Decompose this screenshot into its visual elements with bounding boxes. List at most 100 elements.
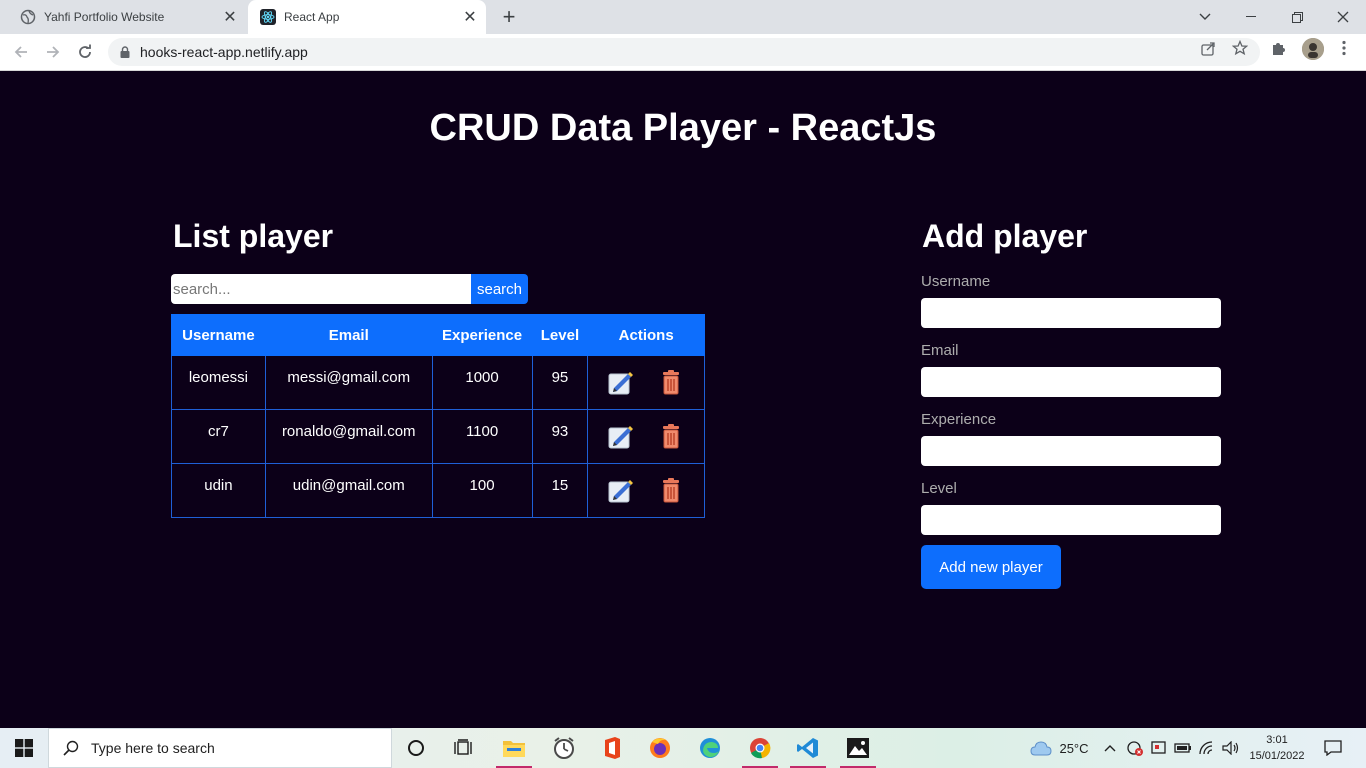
table-row: cr7 ronaldo@gmail.com 1100 93: [171, 409, 705, 464]
weather-cloud-icon[interactable]: [1028, 728, 1054, 768]
minimize-button[interactable]: [1228, 0, 1274, 34]
chevron-up-icon[interactable]: [1100, 728, 1120, 768]
close-tab-icon[interactable]: ✕: [460, 7, 480, 27]
forward-button[interactable]: [40, 39, 66, 65]
task-view-icon[interactable]: [440, 728, 488, 768]
back-button[interactable]: [8, 39, 34, 65]
email-field[interactable]: [921, 367, 1221, 397]
react-icon: [260, 9, 276, 25]
close-window-button[interactable]: [1320, 0, 1366, 34]
table-header-row: Username Email Experience Level Actions: [171, 314, 705, 356]
clock-time: 3:01: [1266, 734, 1288, 746]
col-header-username: Username: [171, 314, 266, 356]
username-field[interactable]: [921, 298, 1221, 328]
email-label: Email: [921, 342, 959, 359]
tab-title: Yahfi Portfolio Website: [44, 10, 165, 24]
tab-portfolio[interactable]: Yahfi Portfolio Website ✕: [8, 0, 246, 34]
cell-email: messi@gmail.com: [264, 355, 433, 410]
wifi-icon[interactable]: [1196, 728, 1218, 768]
tab-strip: Yahfi Portfolio Website ✕ React App ✕ +: [0, 0, 1366, 34]
delete-trash-icon[interactable]: [658, 423, 684, 449]
level-label: Level: [921, 480, 957, 497]
cortana-icon[interactable]: [392, 728, 440, 768]
lock-icon[interactable]: [120, 46, 130, 58]
table-row: udin udin@gmail.com 100 15: [171, 463, 705, 518]
add-new-player-button[interactable]: Add new player: [921, 545, 1061, 589]
username-label: Username: [921, 273, 991, 290]
windows-taskbar: Type here to search 25°C 3:01 15/01/2022: [0, 728, 1366, 768]
notifications-icon[interactable]: [1320, 728, 1346, 768]
profile-avatar[interactable]: [1302, 38, 1324, 60]
cell-actions: [587, 409, 705, 464]
cell-experience: 100: [431, 463, 533, 518]
add-player-heading: Add player: [922, 218, 1088, 254]
page-content: CRUD Data Player - ReactJs List player s…: [0, 71, 1366, 728]
experience-label: Experience: [921, 411, 997, 428]
chrome-icon[interactable]: [736, 728, 784, 768]
search-icon: [63, 740, 79, 756]
reload-button[interactable]: [72, 39, 98, 65]
address-bar[interactable]: hooks-react-app.netlify.app: [108, 38, 1260, 66]
experience-field[interactable]: [921, 436, 1221, 466]
players-table: Username Email Experience Level Actions …: [171, 314, 705, 518]
display-settings-icon[interactable]: [1148, 728, 1170, 768]
edge-icon[interactable]: [686, 728, 734, 768]
taskbar-search-placeholder: Type here to search: [91, 740, 215, 756]
col-header-level: Level: [531, 314, 589, 356]
share-icon[interactable]: [1200, 40, 1216, 56]
menu-kebab-icon[interactable]: [1336, 40, 1352, 56]
clock-date: 15/01/2022: [1249, 750, 1305, 762]
extensions-puzzle-icon[interactable]: [1271, 40, 1287, 56]
antivirus-icon[interactable]: [1124, 728, 1146, 768]
list-player-heading: List player: [173, 218, 334, 254]
tab-title: React App: [284, 10, 340, 24]
cell-email: ronaldo@gmail.com: [264, 409, 433, 464]
edit-icon[interactable]: [608, 423, 634, 449]
vscode-icon[interactable]: [784, 728, 832, 768]
col-header-email: Email: [264, 314, 433, 356]
photos-icon[interactable]: [834, 728, 882, 768]
cell-username: cr7: [171, 409, 266, 464]
delete-trash-icon[interactable]: [658, 369, 684, 395]
firefox-icon[interactable]: [636, 728, 684, 768]
windows-start-icon[interactable]: [0, 728, 48, 768]
taskbar-search-box[interactable]: Type here to search: [48, 728, 392, 768]
volume-icon[interactable]: [1220, 728, 1242, 768]
temperature-text[interactable]: 25°C: [1054, 728, 1094, 768]
clock-app-icon[interactable]: [540, 728, 588, 768]
cell-actions: [587, 355, 705, 410]
cell-experience: 1100: [431, 409, 533, 464]
cell-experience: 1000: [431, 355, 533, 410]
tab-react-app[interactable]: React App ✕: [248, 0, 486, 34]
edit-icon[interactable]: [608, 369, 634, 395]
level-field[interactable]: [921, 505, 1221, 535]
system-clock[interactable]: 3:01 15/01/2022: [1246, 732, 1308, 764]
col-header-experience: Experience: [431, 314, 533, 356]
cell-level: 93: [531, 409, 589, 464]
url-text: hooks-react-app.netlify.app: [140, 44, 308, 60]
cell-actions: [587, 463, 705, 518]
search-button[interactable]: search: [471, 274, 528, 304]
new-tab-button[interactable]: +: [497, 4, 521, 29]
battery-icon[interactable]: [1172, 728, 1194, 768]
search-input[interactable]: [171, 274, 471, 304]
close-tab-icon[interactable]: ✕: [220, 7, 240, 27]
office-icon[interactable]: [588, 728, 636, 768]
col-header-actions: Actions: [587, 314, 705, 356]
file-explorer-icon[interactable]: [490, 728, 538, 768]
table-row: leomessi messi@gmail.com 1000 95: [171, 355, 705, 410]
cell-username: leomessi: [171, 355, 266, 410]
cell-level: 95: [531, 355, 589, 410]
page-title: CRUD Data Player - ReactJs: [429, 107, 937, 149]
tab-search-chevron-icon[interactable]: [1182, 0, 1228, 34]
delete-trash-icon[interactable]: [658, 477, 684, 503]
cell-username: udin: [171, 463, 266, 518]
search-bar: search: [171, 274, 528, 304]
cell-email: udin@gmail.com: [264, 463, 433, 518]
restore-button[interactable]: [1274, 0, 1320, 34]
browser-toolbar: hooks-react-app.netlify.app: [0, 34, 1366, 71]
cell-level: 15: [531, 463, 589, 518]
edit-icon[interactable]: [608, 477, 634, 503]
globe-icon: [20, 9, 36, 25]
bookmark-star-icon[interactable]: [1232, 40, 1248, 56]
